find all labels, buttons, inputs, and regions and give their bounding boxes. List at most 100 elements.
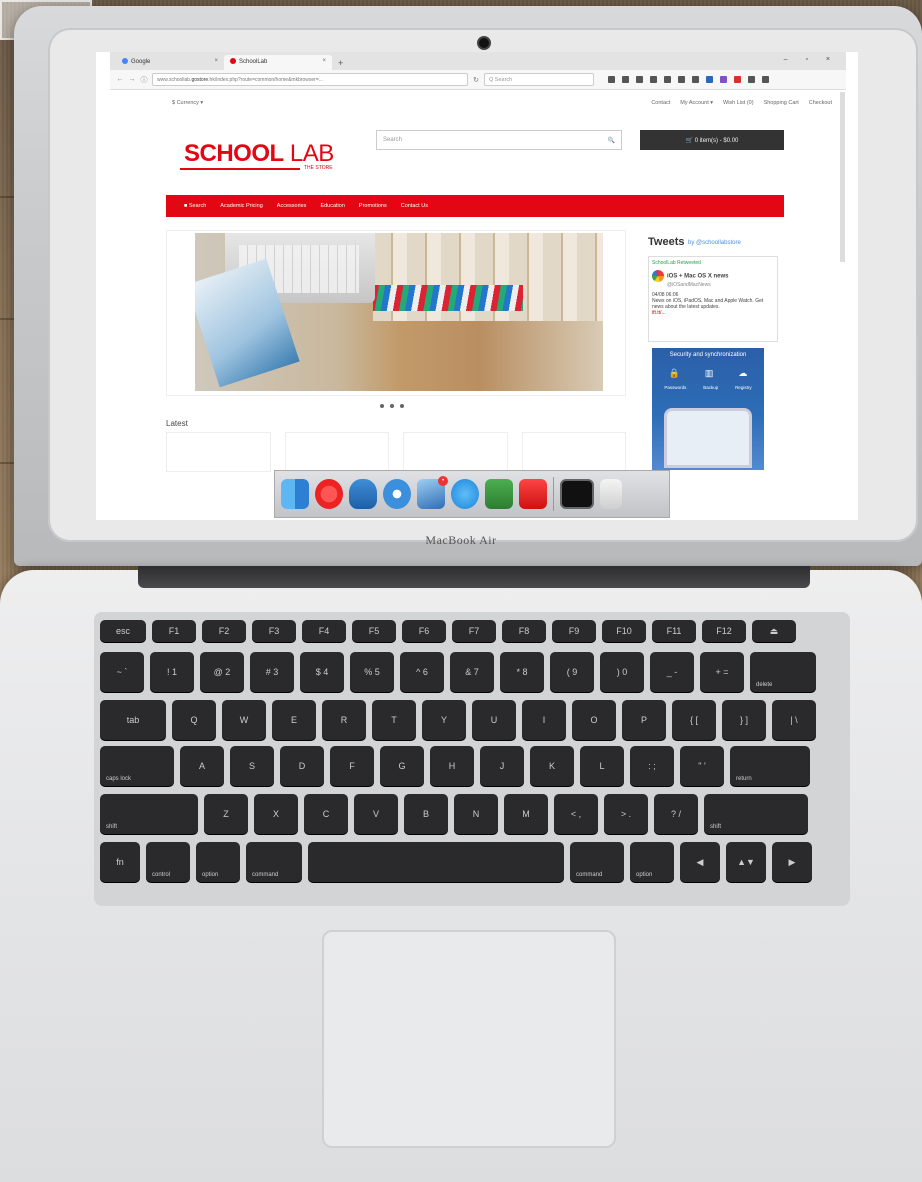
key--5[interactable]: % 5	[350, 652, 394, 692]
product-tile[interactable]	[166, 432, 271, 472]
key-space[interactable]: ▶	[772, 842, 812, 882]
key-t[interactable]: T	[372, 700, 416, 740]
key-control[interactable]: control	[146, 842, 190, 882]
key-f6[interactable]: F6	[402, 620, 446, 642]
tweet-widget[interactable]: SchoolLab Retweeted iOS + Mac OS X news …	[648, 256, 778, 342]
new-tab-icon[interactable]: +	[332, 58, 349, 70]
top-link-wish-list[interactable]: Wish List (0)	[723, 100, 754, 106]
key--6[interactable]: ^ 6	[400, 652, 444, 692]
browser-tab-schoollab[interactable]: SchoolLab ×	[224, 55, 332, 70]
key-f9[interactable]: F9	[552, 620, 596, 642]
key--[interactable]: { [	[672, 700, 716, 740]
hero-carousel[interactable]	[166, 230, 626, 396]
key-h[interactable]: H	[430, 746, 474, 786]
tweets-by-link[interactable]: by @schoollabstore	[688, 240, 741, 246]
music-icon[interactable]	[315, 479, 343, 509]
bookmark-icon[interactable]	[608, 76, 615, 83]
shield-icon[interactable]	[664, 76, 671, 83]
key-space[interactable]: ▲▼	[726, 842, 766, 882]
key-p[interactable]: P	[622, 700, 666, 740]
key--[interactable]: > .	[604, 794, 648, 834]
key-fn[interactable]: fn	[100, 842, 140, 882]
forward-icon[interactable]: →	[128, 76, 136, 83]
key--[interactable]: } ]	[722, 700, 766, 740]
lock-icon[interactable]	[636, 76, 643, 83]
product-tile[interactable]	[521, 432, 626, 472]
key-x[interactable]: X	[254, 794, 298, 834]
key--[interactable]: | \	[772, 700, 816, 740]
key-o[interactable]: O	[572, 700, 616, 740]
key-command[interactable]: command	[570, 842, 624, 882]
browser-search-input[interactable]: Q Search	[484, 73, 594, 86]
key-l[interactable]: L	[580, 746, 624, 786]
key-f10[interactable]: F10	[602, 620, 646, 642]
evernote-icon[interactable]	[485, 479, 513, 509]
key-shift[interactable]: shift	[100, 794, 198, 834]
info-icon[interactable]: ⓘ	[140, 75, 148, 85]
extension-icon[interactable]	[706, 76, 713, 83]
sync-icon[interactable]	[678, 76, 685, 83]
tweet-link[interactable]: ift.tt/...	[652, 310, 774, 316]
finder-icon[interactable]	[281, 479, 309, 509]
trackpad[interactable]	[322, 930, 616, 1148]
key-f8[interactable]: F8	[502, 620, 546, 642]
key-z[interactable]: Z	[204, 794, 248, 834]
key-s[interactable]: S	[230, 746, 274, 786]
carousel-dot[interactable]	[390, 404, 394, 408]
nav-item-promotions[interactable]: Promotions	[359, 203, 387, 209]
key--1[interactable]: ! 1	[150, 652, 194, 692]
screenshot-icon[interactable]	[692, 76, 699, 83]
page-scrollbar[interactable]	[840, 92, 845, 262]
key-tab[interactable]: tab	[100, 700, 166, 740]
key-d[interactable]: D	[280, 746, 324, 786]
key-f11[interactable]: F11	[652, 620, 696, 642]
key--9[interactable]: ( 9	[550, 652, 594, 692]
key-f3[interactable]: F3	[252, 620, 296, 642]
cart-button[interactable]: 🛒 0 item(s) - $0.00	[640, 130, 784, 150]
key-delete[interactable]: delete	[750, 652, 816, 692]
trash-icon[interactable]	[600, 479, 622, 509]
close-tab-icon[interactable]: ×	[214, 58, 218, 64]
key-n[interactable]: N	[454, 794, 498, 834]
key-k[interactable]: K	[530, 746, 574, 786]
key-f4[interactable]: F4	[302, 620, 346, 642]
nav-item-education[interactable]: Education	[320, 203, 344, 209]
key-option[interactable]: option	[630, 842, 674, 882]
key-f[interactable]: F	[330, 746, 374, 786]
key--[interactable]: ? /	[654, 794, 698, 834]
top-link-checkout[interactable]: Checkout	[809, 100, 832, 106]
key-c[interactable]: C	[304, 794, 348, 834]
tweet-author[interactable]: iOS + Mac OS X news	[667, 273, 729, 279]
key-space[interactable]	[308, 842, 564, 882]
key-f7[interactable]: F7	[452, 620, 496, 642]
key-w[interactable]: W	[222, 700, 266, 740]
profile-icon[interactable]	[720, 76, 727, 83]
key-capslock[interactable]: caps lock	[100, 746, 174, 786]
close-tab-icon[interactable]: ×	[322, 58, 326, 64]
product-tile[interactable]	[284, 432, 389, 472]
nav-item-accessories[interactable]: Accessories	[277, 203, 307, 209]
top-link-my-account[interactable]: My Account ▾	[680, 100, 713, 106]
key--[interactable]: + =	[700, 652, 744, 692]
twitterrific-icon[interactable]	[349, 479, 377, 509]
carousel-dot[interactable]	[400, 404, 404, 408]
key-g[interactable]: G	[380, 746, 424, 786]
key-a[interactable]: A	[180, 746, 224, 786]
key-r[interactable]: R	[322, 700, 366, 740]
product-tile[interactable]	[403, 432, 508, 472]
key---[interactable]: _ -	[650, 652, 694, 692]
carousel-dot[interactable]	[380, 404, 384, 408]
nav-item-search[interactable]: ■ Search	[184, 203, 206, 209]
key--0[interactable]: ) 0	[600, 652, 644, 692]
currency-selector[interactable]: $ Currency ▾	[172, 100, 203, 106]
menu-icon[interactable]	[762, 76, 769, 83]
key-v[interactable]: V	[354, 794, 398, 834]
key-space[interactable]: ◀	[680, 842, 720, 882]
back-icon[interactable]: ←	[116, 76, 124, 83]
key--[interactable]: < ,	[554, 794, 598, 834]
key-j[interactable]: J	[480, 746, 524, 786]
key--3[interactable]: # 3	[250, 652, 294, 692]
mail-icon[interactable]: •	[417, 476, 448, 509]
key--4[interactable]: $ 4	[300, 652, 344, 692]
key-e[interactable]: E	[272, 700, 316, 740]
